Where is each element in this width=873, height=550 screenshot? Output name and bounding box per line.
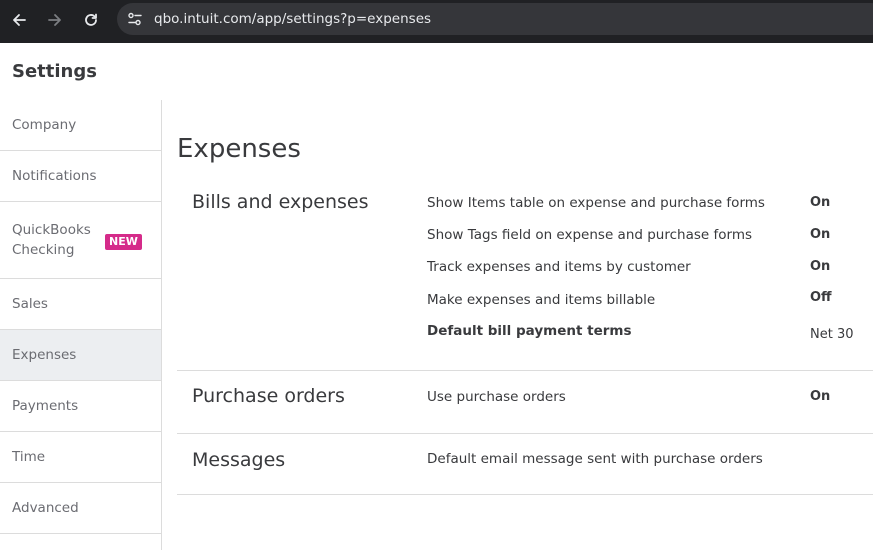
- setting-label-default-email-message: Default email message sent with purchase…: [427, 451, 763, 467]
- section-title-messages[interactable]: Messages: [192, 449, 285, 471]
- sidebar-item-time[interactable]: Time: [0, 432, 161, 483]
- sidebar-item-label: Notifications: [12, 168, 97, 184]
- sidebar-item-notifications[interactable]: Notifications: [0, 151, 161, 202]
- sidebar-item-advanced[interactable]: Advanced: [0, 483, 161, 534]
- sidebar-item-label: Expenses: [12, 347, 77, 363]
- arrow-right-icon: [48, 14, 61, 26]
- sidebar-item-quickbooks-checking[interactable]: QuickBooks Checking NEW: [0, 202, 161, 279]
- sidebar-item-company[interactable]: Company: [0, 100, 161, 151]
- section-divider: [177, 494, 873, 495]
- browser-toolbar: qbo.intuit.com/app/settings?p=expenses: [0, 0, 873, 43]
- setting-label-items-table: Show Items table on expense and purchase…: [427, 195, 765, 211]
- setting-label-use-purchase-orders: Use purchase orders: [427, 389, 566, 405]
- setting-value-tags-field: On: [810, 227, 831, 242]
- setting-label-billable: Make expenses and items billable: [427, 292, 656, 308]
- sidebar-item-label: Company: [12, 117, 77, 133]
- sidebar-item-label: Advanced: [12, 500, 79, 516]
- tune-icon[interactable]: [127, 11, 143, 27]
- sidebar-item-expenses[interactable]: Expenses: [0, 330, 161, 381]
- section-title-bills-and-expenses[interactable]: Bills and expenses: [192, 191, 368, 213]
- new-badge: NEW: [105, 234, 142, 250]
- sidebar-item-label: Payments: [12, 398, 79, 414]
- section-title-purchase-orders[interactable]: Purchase orders: [192, 385, 345, 407]
- settings-sidebar: Company Notifications QuickBooks Checkin…: [0, 100, 162, 550]
- address-bar[interactable]: qbo.intuit.com/app/settings?p=expenses: [117, 3, 873, 35]
- arrow-left-icon: [13, 14, 26, 26]
- page-title: Expenses: [177, 134, 301, 164]
- setting-value-items-table: On: [810, 195, 831, 210]
- setting-label-track-by-customer: Track expenses and items by customer: [427, 259, 691, 275]
- setting-value-billable: Off: [810, 290, 832, 305]
- section-divider: [177, 370, 873, 371]
- sidebar-item-label-line1: QuickBooks: [12, 222, 91, 238]
- reload-icon: [85, 13, 97, 26]
- reload-button[interactable]: [79, 8, 103, 32]
- sidebar-item-payments[interactable]: Payments: [0, 381, 161, 432]
- setting-value-use-purchase-orders: On: [810, 389, 831, 404]
- forward-button[interactable]: [43, 8, 67, 32]
- url-text[interactable]: qbo.intuit.com/app/settings?p=expenses: [154, 11, 431, 27]
- sidebar-item-label: Sales: [12, 296, 48, 312]
- setting-value-track-by-customer: On: [810, 259, 831, 274]
- setting-value-bill-payment-terms: Net 30: [810, 327, 854, 342]
- sidebar-item-sales[interactable]: Sales: [0, 279, 161, 330]
- setting-label-tags-field: Show Tags field on expense and purchase …: [427, 227, 753, 243]
- section-divider: [177, 433, 873, 434]
- sidebar-item-label: Time: [12, 449, 46, 465]
- back-button[interactable]: [7, 8, 31, 32]
- settings-title: Settings: [12, 61, 97, 82]
- setting-label-bill-payment-terms: Default bill payment terms: [427, 323, 632, 339]
- sidebar-item-label: QuickBooks Checking: [12, 220, 91, 260]
- sidebar-item-label-line2: Checking: [12, 242, 75, 258]
